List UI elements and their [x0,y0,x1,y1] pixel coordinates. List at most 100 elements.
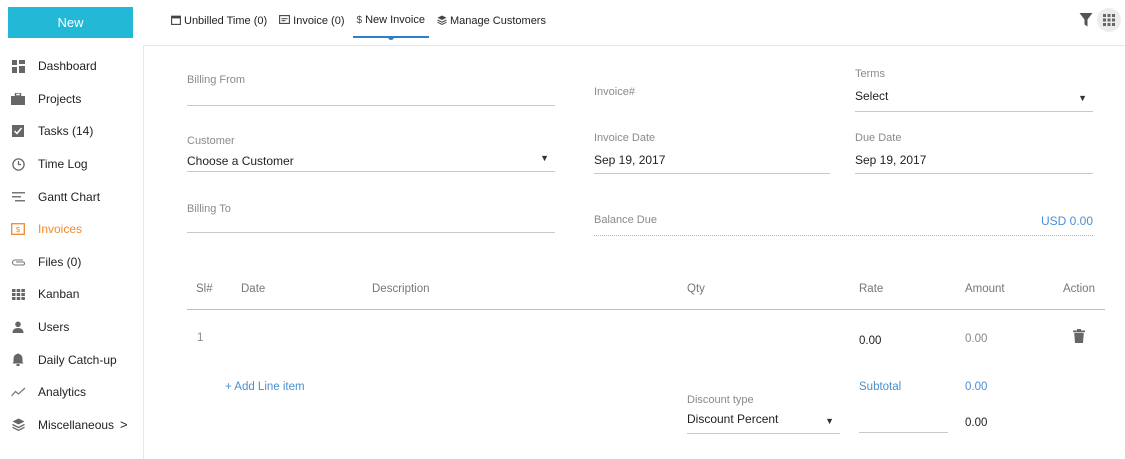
customer-label: Customer [187,135,235,147]
sidebar-item-projects[interactable]: Projects [0,83,143,116]
subtotal-label: Subtotal [859,381,902,393]
clock-icon [10,156,26,172]
caret-down-icon: ▼ [1078,93,1087,103]
customer-value: Choose a Customer [187,154,294,168]
caret-down-icon: ▼ [540,153,549,163]
invoice-form: Billing From Invoice# Terms Select ▼ Cus… [143,46,1125,459]
svg-text:$: $ [15,225,20,234]
calendar-icon [171,15,181,28]
sidebar-item-miscellaneous[interactable]: Miscellaneous > [0,409,143,442]
balance-due-row: Balance Due USD 0.00 [594,214,1093,236]
sidebar-item-tasks[interactable]: Tasks (14) [0,115,143,148]
terms-label: Terms [855,68,885,80]
sidebar-item-label: Users [38,320,70,335]
sidebar-item-label: Projects [38,91,82,106]
tab-label: Invoice (0) [293,15,345,27]
sidebar-item-invoices[interactable]: $ Invoices [0,213,143,246]
balance-due-label: Balance Due [594,214,657,226]
discount-type-value: Discount Percent [687,412,779,426]
billing-to-label: Billing To [187,203,231,215]
sidebar-item-gantt-chart[interactable]: Gantt Chart [0,180,143,213]
tab-new-invoice[interactable]: $ New Invoice [352,12,429,38]
tab-label: Manage Customers [449,15,546,27]
briefcase-icon [10,91,26,107]
billing-from-label: Billing From [187,74,246,86]
row-sl: 1 [197,332,204,344]
row-rate[interactable]: 0.00 [859,335,881,347]
top-bar: Unbilled Time (0) Invoice (0) $ New Invo… [143,0,1125,46]
sidebar-item-users[interactable]: Users [0,311,143,344]
billing-to-field[interactable]: Billing To [187,203,555,233]
tab-label: Unbilled Time (0) [184,15,268,27]
sidebar-item-label: Tasks (14) [38,124,94,139]
caret-down-icon: ▼ [825,416,834,426]
discount-input[interactable] [859,412,948,433]
dollar-icon: $ [356,14,363,26]
sidebar-item-label: Time Log [38,157,88,172]
bell-icon [10,352,26,368]
invoice-number-field[interactable]: Invoice# [594,86,830,106]
sidebar-item-dashboard[interactable]: Dashboard [0,50,143,83]
column-header-sl: Sl# [196,283,213,295]
user-icon [10,319,26,335]
dashboard-icon [10,58,26,74]
discount-type-select[interactable]: Discount type Discount Percent ▼ [687,394,840,434]
column-header-amount: Amount [965,283,1005,295]
sidebar-item-files[interactable]: Files (0) [0,246,143,279]
tab-label: New Invoice [365,14,425,26]
kanban-icon [10,286,26,302]
sidebar-item-label: Analytics [38,385,87,400]
invoice-date-value: Sep 19, 2017 [594,153,666,167]
column-header-date: Date [241,283,266,295]
new-button[interactable]: New [8,7,133,38]
sidebar-item-label: Files (0) [38,254,82,269]
invoice-number-label: Invoice# [594,86,635,98]
sidebar-item-daily-catch-up[interactable]: Daily Catch-up [0,343,143,376]
column-header-description: Description [372,283,430,295]
sidebar-nav: Dashboard Projects Tasks (14) Time Log G… [0,50,143,441]
checkbox-icon [10,123,26,139]
sidebar-item-label: Daily Catch-up [38,352,117,367]
sidebar-item-label: Gantt Chart [38,189,101,204]
add-line-item-link[interactable]: + Add Line item [225,381,305,393]
apps-grid-icon[interactable] [1097,8,1121,32]
invoice-icon [279,15,291,27]
discount-type-label: Discount type [687,394,754,406]
due-date-field[interactable]: Due Date Sep 19, 2017 [855,132,1093,174]
sidebar-item-label: Invoices [38,222,83,237]
sidebar-item-analytics[interactable]: Analytics [0,376,143,409]
tab-invoice[interactable]: Invoice (0) [275,12,348,38]
sidebar-item-label: Kanban [38,287,80,302]
customers-icon [437,15,447,28]
sidebar-item-label: Miscellaneous [38,417,115,432]
terms-value: Select [855,89,889,103]
sidebar-item-kanban[interactable]: Kanban [0,278,143,311]
tab-unbilled-time[interactable]: Unbilled Time (0) [167,12,271,38]
paperclip-icon [10,254,26,270]
invoice-date-label: Invoice Date [594,132,656,144]
invoice-icon: $ [10,221,26,237]
table-header-divider [187,309,1105,310]
layers-icon [10,417,26,433]
tab-manage-customers[interactable]: Manage Customers [433,12,550,38]
billing-from-field[interactable]: Billing From [187,74,555,106]
sidebar-item-time-log[interactable]: Time Log [0,148,143,181]
column-header-action: Action [1063,283,1095,295]
row-amount: 0.00 [965,333,988,345]
balance-due-value: USD 0.00 [1040,214,1093,228]
due-date-label: Due Date [855,132,902,144]
analytics-icon [10,384,26,400]
sidebar-item-label: Dashboard [38,59,97,74]
customer-select[interactable]: Customer Choose a Customer ▼ [187,135,555,172]
column-header-rate: Rate [859,283,884,295]
tabs: Unbilled Time (0) Invoice (0) $ New Invo… [167,12,554,38]
filter-icon[interactable] [1079,12,1093,28]
column-header-qty: Qty [687,283,705,295]
sidebar: New Dashboard Projects Tasks (14) Time L… [0,0,143,459]
invoice-date-field[interactable]: Invoice Date Sep 19, 2017 [594,132,830,174]
subtotal-value: 0.00 [965,381,988,393]
delete-row-icon[interactable] [1073,329,1085,343]
chevron-right-icon: > [120,417,128,433]
terms-select[interactable]: Terms Select ▼ [855,68,1093,112]
due-date-value: Sep 19, 2017 [855,153,927,167]
